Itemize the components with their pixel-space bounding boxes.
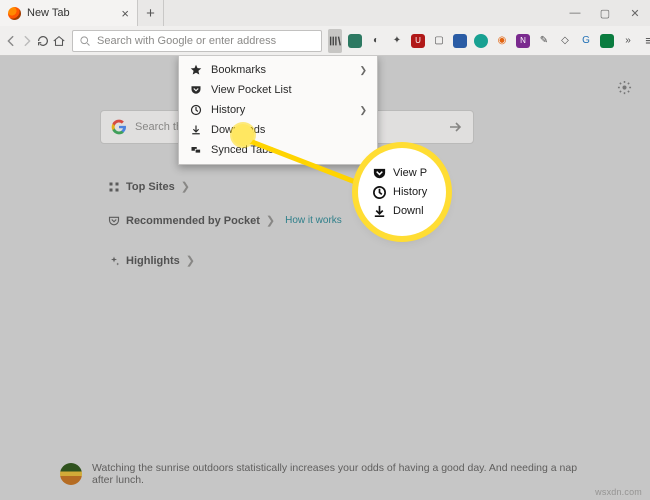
ext-icon[interactable]: ◐ [369, 34, 383, 48]
library-button[interactable] [328, 29, 342, 53]
ext-icon[interactable]: ◉ [495, 34, 509, 48]
address-bar-placeholder: Search with Google or enter address [97, 35, 276, 47]
pocket-icon [189, 84, 203, 96]
menu-item-label: Downloads [211, 124, 265, 136]
address-bar[interactable]: Search with Google or enter address [72, 30, 322, 52]
ext-icon[interactable]: ◇ [558, 34, 572, 48]
home-button[interactable] [52, 31, 66, 51]
watermark: wsxdn.com [595, 487, 642, 497]
menu-item-label: Bookmarks [211, 64, 266, 76]
ext-icon[interactable]: U [411, 34, 425, 48]
window-minimize-button[interactable]: — [560, 0, 590, 26]
snippet-thumbnail [60, 463, 82, 485]
download-icon [189, 124, 203, 136]
sparkle-icon [108, 255, 120, 267]
magnifier-label: Downl [393, 205, 424, 217]
how-it-works-link[interactable]: How it works [285, 215, 342, 226]
grid-icon [108, 181, 120, 193]
ext-icon[interactable]: ▢ [432, 34, 446, 48]
pocket-icon [372, 166, 387, 181]
window-close-button[interactable]: ✕ [620, 0, 650, 26]
highlights-header[interactable]: Highlights ❯ [108, 254, 195, 267]
magnifier-row-history: History [372, 183, 442, 202]
library-menu: Bookmarks ❯ View Pocket List History ❯ D… [178, 56, 378, 165]
menu-item-bookmarks[interactable]: Bookmarks ❯ [179, 60, 377, 80]
browser-tab[interactable]: New Tab × [0, 0, 138, 26]
ext-icon[interactable]: N [516, 34, 530, 48]
section-label: Recommended by Pocket [126, 215, 260, 227]
recommended-header[interactable]: Recommended by Pocket ❯ How it works [108, 214, 342, 227]
menu-item-synced-tabs[interactable]: Synced Tabs [179, 140, 377, 160]
chevron-right-icon: ❯ [181, 180, 190, 193]
new-tab-page: Bookmarks ❯ View Pocket List History ❯ D… [0, 56, 650, 500]
star-icon [189, 64, 203, 76]
ext-icon[interactable]: » [621, 34, 635, 48]
menu-item-pocket[interactable]: View Pocket List [179, 80, 377, 100]
titlebar: New Tab × + — ▢ ✕ [0, 0, 650, 26]
ext-icon[interactable] [600, 34, 614, 48]
forward-button[interactable] [20, 31, 34, 51]
section-label: Top Sites [126, 181, 175, 193]
pocket-icon [108, 215, 120, 227]
menu-button[interactable]: ≡ [642, 34, 650, 48]
magnifier-row-pocket: View P [372, 164, 442, 183]
magnifier-label: View P [393, 167, 427, 179]
snippet-text: Watching the sunrise outdoors statistica… [92, 462, 590, 486]
download-icon [372, 204, 387, 219]
new-tab-button[interactable]: + [138, 0, 164, 26]
ext-icon[interactable] [348, 34, 362, 48]
extension-icons: ◐ ✦ U ▢ ◉ N ✎ ◇ G » ≡ [348, 34, 650, 48]
close-tab-icon[interactable]: × [121, 6, 129, 21]
firefox-favicon-icon [8, 7, 21, 20]
search-icon [79, 35, 91, 47]
window-maximize-button[interactable]: ▢ [590, 0, 620, 26]
clock-icon [189, 104, 203, 116]
clock-icon [372, 185, 387, 200]
ext-icon[interactable]: ✦ [390, 34, 404, 48]
magnifier-row-downloads: Downl [372, 202, 442, 221]
menu-item-downloads[interactable]: Downloads [179, 120, 377, 140]
annotation-magnifier: View P History Downl [362, 152, 442, 232]
ext-icon[interactable] [453, 34, 467, 48]
search-submit-icon[interactable] [447, 119, 463, 135]
section-label: Highlights [126, 255, 180, 267]
synced-tabs-icon [189, 144, 203, 156]
chevron-right-icon: ❯ [186, 254, 195, 267]
top-sites-header[interactable]: Top Sites ❯ [108, 180, 190, 193]
chevron-right-icon: ❯ [266, 214, 275, 227]
magnifier-label: History [393, 186, 427, 198]
snippet-bar: Watching the sunrise outdoors statistica… [0, 462, 650, 486]
menu-item-history[interactable]: History ❯ [179, 100, 377, 120]
chevron-right-icon: ❯ [359, 105, 367, 116]
toolbar: Search with Google or enter address ◐ ✦ … [0, 26, 650, 56]
ext-icon[interactable]: ✎ [537, 34, 551, 48]
menu-item-label: View Pocket List [211, 84, 292, 96]
ext-icon[interactable] [474, 34, 488, 48]
back-button[interactable] [4, 31, 18, 51]
customize-gear-icon[interactable] [617, 80, 632, 95]
tab-title: New Tab [27, 7, 115, 19]
google-icon [111, 119, 127, 135]
window-controls: — ▢ ✕ [560, 0, 650, 26]
reload-button[interactable] [36, 31, 50, 51]
menu-item-label: Synced Tabs [211, 144, 274, 156]
chevron-right-icon: ❯ [359, 65, 367, 76]
ext-icon[interactable]: G [579, 34, 593, 48]
menu-item-label: History [211, 104, 245, 116]
